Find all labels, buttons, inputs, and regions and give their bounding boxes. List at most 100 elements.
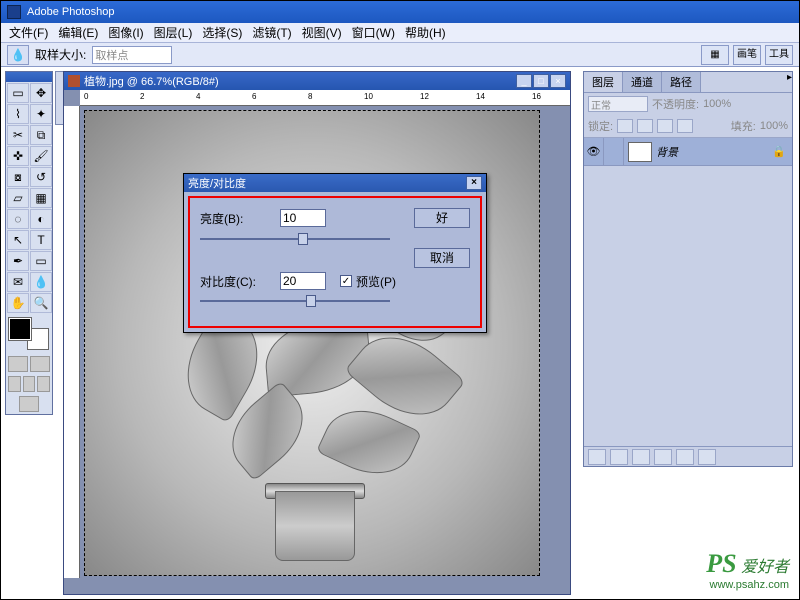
new-set-icon[interactable]: [632, 449, 650, 465]
tab-layers[interactable]: 图层: [584, 72, 623, 92]
link-icon[interactable]: [604, 138, 624, 165]
menu-view[interactable]: 视图(V): [298, 23, 346, 42]
layer-thumbnail[interactable]: [628, 142, 652, 162]
layer-row[interactable]: 👁 背景 🔒: [584, 138, 792, 166]
shape-tool-icon[interactable]: ▭: [30, 251, 52, 271]
lock-all-icon[interactable]: [677, 119, 693, 133]
lock-position-icon[interactable]: [657, 119, 673, 133]
palette-well-icon[interactable]: ▦: [701, 45, 729, 65]
hand-tool-icon[interactable]: ✋: [7, 293, 29, 313]
imageready-icon[interactable]: [19, 396, 39, 412]
standard-mode-icon[interactable]: [8, 356, 28, 372]
menu-layer[interactable]: 图层(L): [150, 23, 197, 42]
brightness-input[interactable]: [280, 209, 326, 227]
app-icon: [7, 5, 21, 19]
sample-size-label: 取样大小:: [35, 46, 86, 63]
menu-image[interactable]: 图像(I): [104, 23, 147, 42]
document-titlebar[interactable]: 植物.jpg @ 66.7%(RGB/8#) _ □ ×: [64, 72, 570, 90]
brightness-slider[interactable]: [200, 232, 390, 246]
stamp-tool-icon[interactable]: ⧇: [7, 167, 29, 187]
crop-tool-icon[interactable]: ✂: [7, 125, 29, 145]
quickmask-mode-icon[interactable]: [30, 356, 50, 372]
close-button[interactable]: ×: [550, 74, 566, 88]
watermark-ps: PS: [706, 549, 736, 578]
app-title: Adobe Photoshop: [27, 6, 114, 18]
eyedropper-icon[interactable]: 💧: [7, 45, 29, 65]
dialog-titlebar[interactable]: 亮度/对比度 ×: [184, 174, 486, 192]
document-icon: [68, 75, 80, 87]
menu-window[interactable]: 窗口(W): [348, 23, 399, 42]
tools-tab[interactable]: 工具: [765, 45, 793, 65]
brushes-tab[interactable]: 画笔: [733, 45, 761, 65]
blur-tool-icon[interactable]: ◌: [7, 209, 29, 229]
document-title: 植物.jpg @ 66.7%(RGB/8#): [84, 73, 219, 89]
contrast-input[interactable]: [280, 272, 326, 290]
minimize-button[interactable]: _: [516, 74, 532, 88]
wand-tool-icon[interactable]: ✦: [30, 104, 52, 124]
toolbox-grip[interactable]: [6, 72, 52, 82]
screen-mode-3-icon[interactable]: [37, 376, 50, 392]
sample-size-dropdown[interactable]: 取样点: [92, 46, 172, 64]
menu-filter[interactable]: 滤镜(T): [248, 23, 295, 42]
heal-tool-icon[interactable]: ✜: [7, 146, 29, 166]
toolbox: ▭ ✥ ⌇ ✦ ✂ ⧉ ✜ 🖌 ⧇ ↺ ▱ ▦ ◌ ◐ ↖ T ✒ ▭ ✉ 💧 …: [5, 71, 53, 415]
color-swatch[interactable]: [7, 316, 51, 352]
opacity-value[interactable]: 100%: [703, 98, 731, 110]
panel-menu-icon[interactable]: ▸: [787, 72, 792, 92]
ok-button[interactable]: 好: [414, 208, 470, 228]
preview-checkbox[interactable]: ✓: [340, 275, 352, 287]
dialog-close-button[interactable]: ×: [466, 176, 482, 190]
gradient-tool-icon[interactable]: ▦: [30, 188, 52, 208]
brightness-slider-thumb[interactable]: [298, 233, 308, 245]
layer-style-icon[interactable]: [588, 449, 606, 465]
new-layer-icon[interactable]: [676, 449, 694, 465]
screen-mode-1-icon[interactable]: [8, 376, 21, 392]
eyedropper-tool-icon[interactable]: 💧: [30, 272, 52, 292]
tab-channels[interactable]: 通道: [623, 72, 662, 92]
cancel-button[interactable]: 取消: [414, 248, 470, 268]
adjustment-layer-icon[interactable]: [654, 449, 672, 465]
pen-tool-icon[interactable]: ✒: [7, 251, 29, 271]
maximize-button[interactable]: □: [533, 74, 549, 88]
contrast-slider-thumb[interactable]: [306, 295, 316, 307]
layer-name[interactable]: 背景: [656, 144, 678, 160]
blend-mode-dropdown[interactable]: 正常: [588, 96, 648, 112]
history-brush-icon[interactable]: ↺: [30, 167, 52, 187]
ruler-tick: 6: [252, 92, 256, 101]
layers-panel: 图层 通道 路径 ▸ 正常 不透明度: 100% 锁定: 填充: 100% 👁 …: [583, 71, 793, 467]
delete-layer-icon[interactable]: [698, 449, 716, 465]
menu-edit[interactable]: 编辑(E): [54, 23, 102, 42]
notes-tool-icon[interactable]: ✉: [7, 272, 29, 292]
ruler-tick: 0: [84, 92, 88, 101]
layer-mask-icon[interactable]: [610, 449, 628, 465]
lock-pixels-icon[interactable]: [637, 119, 653, 133]
layers-footer: [584, 446, 792, 466]
fill-value[interactable]: 100%: [760, 120, 788, 132]
ruler-tick: 8: [308, 92, 312, 101]
tab-paths[interactable]: 路径: [662, 72, 701, 92]
move-tool-icon[interactable]: ✥: [30, 83, 52, 103]
fill-label: 填充:: [731, 118, 756, 134]
ruler-tick: 14: [476, 92, 485, 101]
screen-mode-2-icon[interactable]: [23, 376, 36, 392]
lasso-tool-icon[interactable]: ⌇: [7, 104, 29, 124]
brightness-label: 亮度(B):: [200, 210, 280, 227]
type-tool-icon[interactable]: T: [30, 230, 52, 250]
ruler-tick: 12: [420, 92, 429, 101]
contrast-slider[interactable]: [200, 294, 390, 308]
menu-help[interactable]: 帮助(H): [401, 23, 450, 42]
document-window: 植物.jpg @ 66.7%(RGB/8#) _ □ × 0 2 4 6 8 1…: [63, 71, 571, 595]
foreground-color[interactable]: [9, 318, 31, 340]
menu-select[interactable]: 选择(S): [198, 23, 246, 42]
dodge-tool-icon[interactable]: ◐: [30, 209, 52, 229]
lock-transparency-icon[interactable]: [617, 119, 633, 133]
eraser-tool-icon[interactable]: ▱: [7, 188, 29, 208]
options-bar: 💧 取样大小: 取样点 ▦ 画笔 工具: [1, 43, 799, 67]
visibility-icon[interactable]: 👁: [584, 138, 604, 165]
marquee-tool-icon[interactable]: ▭: [7, 83, 29, 103]
slice-tool-icon[interactable]: ⧉: [30, 125, 52, 145]
zoom-tool-icon[interactable]: 🔍: [30, 293, 52, 313]
brush-tool-icon[interactable]: 🖌: [30, 146, 52, 166]
menu-file[interactable]: 文件(F): [5, 23, 52, 42]
path-tool-icon[interactable]: ↖: [7, 230, 29, 250]
